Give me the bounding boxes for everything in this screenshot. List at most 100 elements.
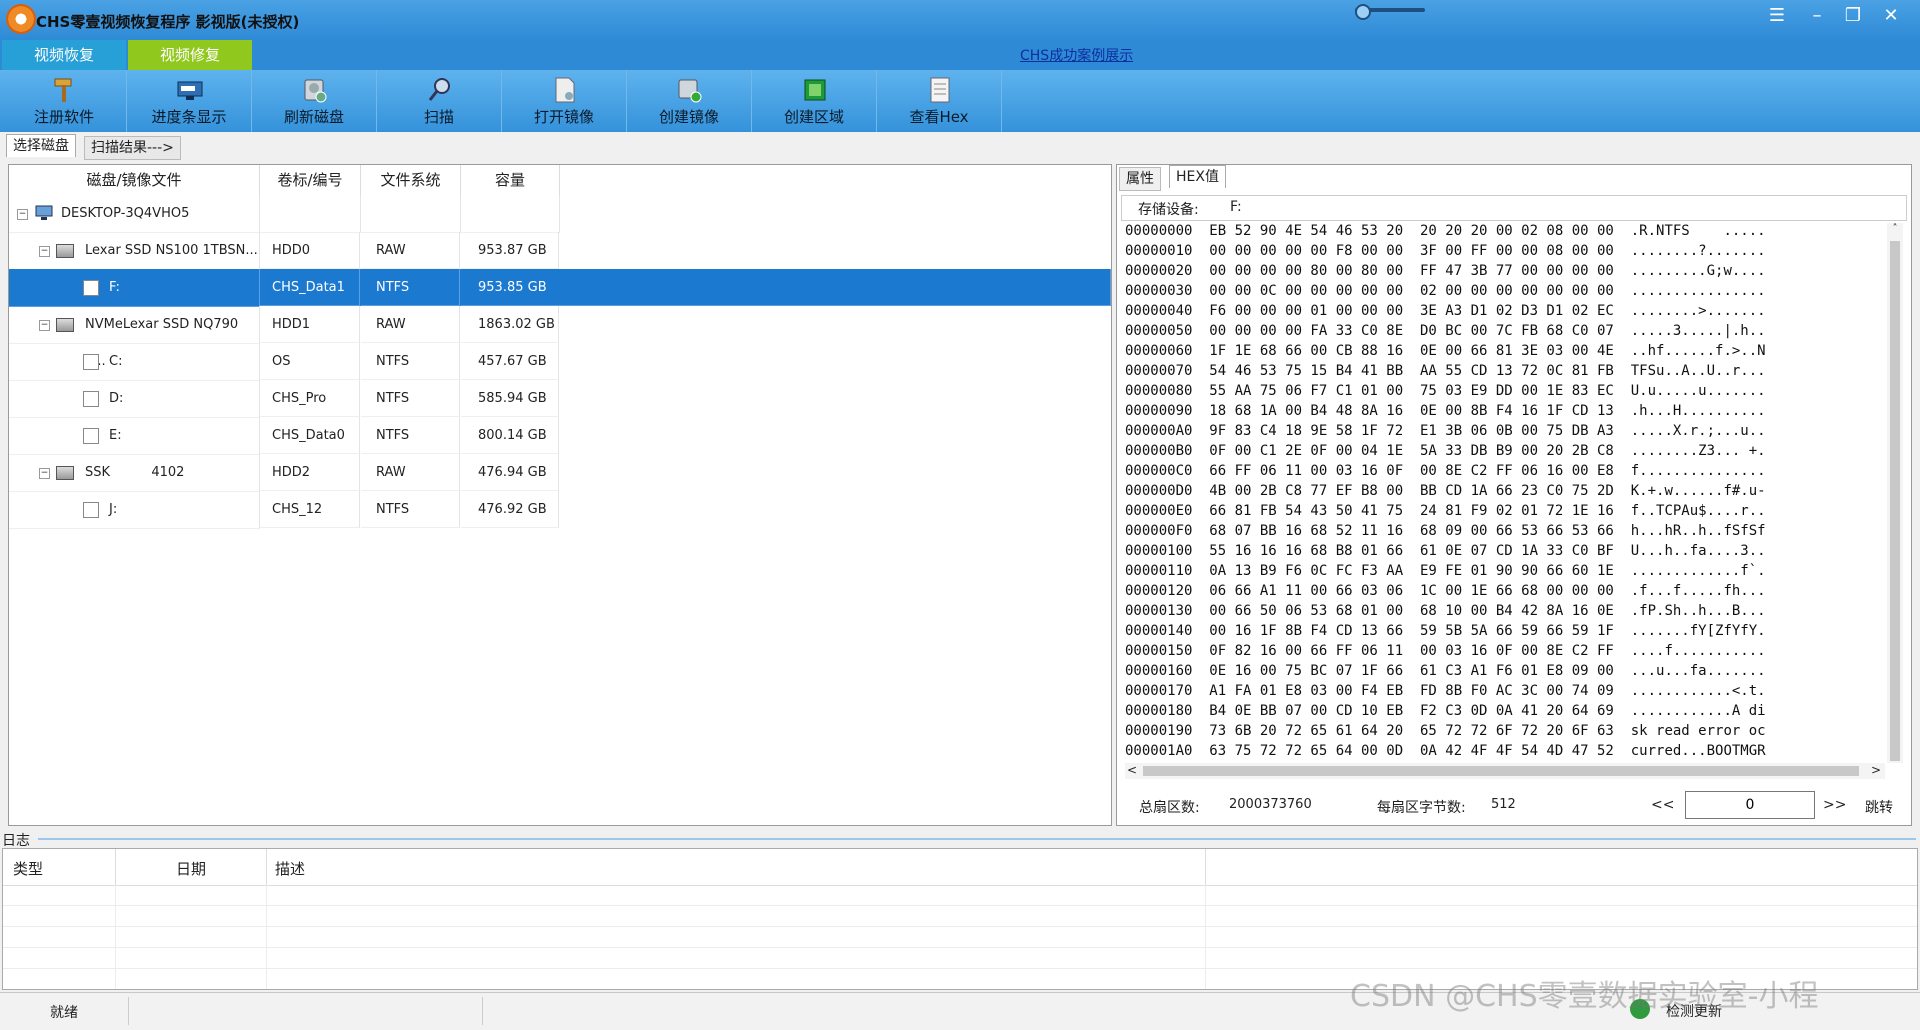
register-label: 注册软件	[33, 108, 94, 126]
window-title: CHS零壹视频恢复程序 影视版(未授权)	[36, 13, 300, 31]
hex-dump[interactable]: 00000000 EB 52 90 4E 54 46 53 20 20 20 2…	[1125, 221, 1881, 761]
volume-checkbox[interactable]	[83, 280, 99, 296]
bytes-per-sector-value: 512	[1491, 797, 1516, 812]
scroll-right-icon[interactable]: >	[1871, 763, 1881, 777]
scroll-up-icon[interactable]: ˄	[1889, 223, 1901, 237]
menu-icon[interactable]: ☰	[1760, 4, 1794, 30]
toolbar: 注册软件 进度条显示 刷新磁盘 扫描 打开镜像 创建镜像 创建区域 查看Hex	[0, 70, 1920, 132]
view-hex-button[interactable]: 查看Hex	[877, 70, 1002, 132]
log-header-row: 类型 日期 描述	[3, 849, 1917, 886]
refresh-disk-button[interactable]: 刷新磁盘	[252, 70, 377, 132]
column-header-size[interactable]: 容量	[461, 165, 560, 195]
disk-label: CHS_12	[260, 491, 360, 528]
log-row	[3, 906, 1917, 927]
log-row	[3, 927, 1917, 948]
disk-name: J:	[109, 502, 118, 517]
hex-line: 000001A0 63 75 72 72 65 64 00 0D 0A 42 4…	[1125, 743, 1766, 759]
next-sector-button[interactable]: >>	[1823, 797, 1846, 813]
table-row[interactable]: D: CHS_Pro NTFS 585.94 GB	[9, 380, 1111, 418]
sector-jump-input[interactable]	[1685, 791, 1815, 819]
hex-line: 00000190 73 6B 20 72 65 61 64 20 65 72 7…	[1125, 723, 1766, 739]
tab-video-recovery[interactable]: 视频恢复	[2, 40, 126, 70]
log-col-date[interactable]: 日期	[116, 849, 267, 885]
hscroll-thumb[interactable]	[1143, 766, 1859, 776]
hex-line: 000000E0 66 81 FB 54 43 50 41 75 24 81 F…	[1125, 503, 1766, 519]
volume-checkbox[interactable]	[83, 428, 99, 444]
open-image-label: 打开镜像	[533, 108, 594, 126]
table-row[interactable]: − DESKTOP-3Q4VHO5	[9, 195, 1111, 233]
table-row[interactable]: − SSK 4102 HDD2 RAW 476.94 GB	[9, 454, 1111, 492]
minimize-button[interactable]: –	[1800, 4, 1834, 30]
create-image-button[interactable]: 创建镜像	[627, 70, 752, 132]
progress-display-button[interactable]: 进度条显示	[127, 70, 252, 132]
collapse-icon[interactable]: −	[39, 246, 50, 257]
log-col-type[interactable]: 类型	[3, 849, 116, 885]
total-sectors-value: 2000373760	[1229, 797, 1312, 812]
table-row-selected[interactable]: F: CHS_Data1 NTFS 953.85 GB	[9, 269, 1111, 307]
status-text: 就绪	[50, 1005, 78, 1021]
disk-size: 953.85 GB	[461, 269, 1111, 306]
tab-hex[interactable]: HEX值	[1169, 165, 1226, 188]
opacity-slider[interactable]	[1355, 4, 1425, 20]
collapse-icon[interactable]: −	[39, 320, 50, 331]
hex-horizontal-scrollbar[interactable]: < >	[1125, 763, 1885, 779]
case-showcase-link[interactable]: CHS成功案例展示	[1020, 45, 1133, 65]
create-region-button[interactable]: 创建区域	[752, 70, 877, 132]
log-row	[3, 885, 1917, 906]
table-row[interactable]: C: OS NTFS 457.67 GB	[9, 343, 1111, 381]
tab-select-disk[interactable]: 选择磁盘	[6, 134, 76, 157]
scroll-left-icon[interactable]: <	[1127, 763, 1137, 777]
hex-line: 00000080 55 AA 75 06 F7 C1 01 00 75 03 E…	[1125, 383, 1766, 399]
tab-video-repair[interactable]: 视频修复	[128, 40, 252, 70]
hard-disk-icon	[56, 318, 74, 332]
column-header-disk[interactable]: 磁盘/镜像文件	[9, 165, 260, 195]
hex-line: 00000050 00 00 00 00 FA 33 C0 8E D0 BC 0…	[1125, 323, 1766, 339]
restore-button[interactable]: ❐	[1836, 4, 1870, 30]
disk-size: 476.92 GB	[461, 491, 559, 528]
scan-label: 扫描	[423, 108, 454, 126]
hex-line: 000000C0 66 FF 06 11 00 03 16 0F 00 8E C…	[1125, 463, 1766, 479]
log-col-divider	[266, 885, 267, 989]
open-image-button[interactable]: 打开镜像	[502, 70, 627, 132]
table-row[interactable]: E: CHS_Data0 NTFS 800.14 GB	[9, 417, 1111, 455]
disk-label: CHS_Data0	[260, 417, 360, 454]
hex-line: 00000140 00 16 1F 8B F4 CD 13 66 59 5B 5…	[1125, 623, 1766, 639]
table-row[interactable]: J: CHS_12 NTFS 476.92 GB	[9, 491, 1111, 529]
disk-name: DESKTOP-3Q4VHO5	[61, 206, 190, 221]
volume-checkbox[interactable]	[83, 391, 99, 407]
hex-line: 00000110 0A 13 B9 F6 0C FC F3 AA E9 FE 0…	[1125, 563, 1766, 579]
disk-refresh-icon	[304, 79, 327, 103]
disk-name: F:	[109, 280, 120, 295]
disk-fs: NTFS	[361, 343, 460, 380]
hex-line: 000000A0 9F 83 C4 18 9E 58 1F 72 E1 3B 0…	[1125, 423, 1766, 439]
table-row[interactable]: − Lexar SSD NS100 1TBSN... HDD0 RAW 953.…	[9, 232, 1111, 270]
collapse-icon[interactable]: −	[17, 209, 28, 220]
scan-button[interactable]: 扫描	[377, 70, 502, 132]
prev-sector-button[interactable]: <<	[1651, 797, 1674, 813]
create-region-icon	[804, 79, 826, 101]
disk-name: E:	[109, 428, 122, 443]
hex-vertical-scrollbar[interactable]: ˄	[1887, 223, 1903, 763]
column-header-fs[interactable]: 文件系统	[361, 165, 461, 195]
left-tab-strip: 选择磁盘 扫描结果--->	[6, 134, 306, 160]
log-col-date-label: 日期	[176, 860, 207, 878]
volume-checkbox[interactable]	[83, 502, 99, 518]
slider-knob[interactable]	[1355, 4, 1371, 20]
collapse-icon[interactable]: −	[39, 468, 50, 479]
log-col-divider	[1205, 885, 1206, 989]
close-button[interactable]: ✕	[1874, 4, 1908, 30]
scroll-thumb[interactable]	[1890, 241, 1900, 761]
create-region-label: 创建区域	[783, 108, 844, 126]
column-header-label[interactable]: 卷标/编号	[260, 165, 361, 195]
jump-button[interactable]: 跳转	[1865, 797, 1893, 817]
volume-checkbox[interactable]	[83, 354, 99, 370]
tab-properties[interactable]: 属性	[1119, 167, 1161, 191]
tab-scan-results[interactable]: 扫描结果--->	[84, 136, 181, 160]
log-col-desc[interactable]: 描述	[267, 849, 1206, 885]
disk-name: C:	[109, 354, 123, 369]
register-button[interactable]: 注册软件	[2, 70, 127, 132]
log-col-type-label: 类型	[13, 860, 44, 878]
hex-view-icon	[930, 77, 950, 103]
disk-size: 1863.02 GB	[461, 306, 559, 343]
table-row[interactable]: − NVMeLexar SSD NQ790 2... HDD1 RAW 1863…	[9, 306, 1111, 369]
